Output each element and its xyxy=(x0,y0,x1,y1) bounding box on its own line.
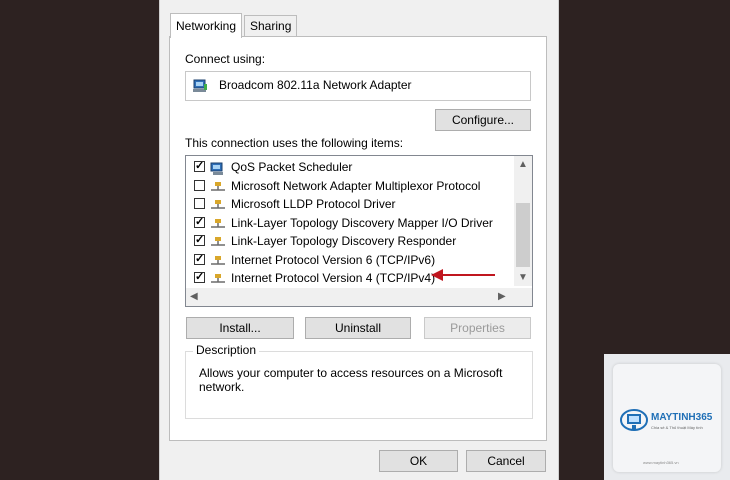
list-item-label: Internet Protocol Version 6 (TCP/IPv6) xyxy=(231,252,436,267)
list-item[interactable]: ✓ Link-Layer Topology Discovery Mapper I/… xyxy=(186,214,512,232)
checkmark-icon: ✓ xyxy=(195,160,205,172)
adapter-field: Broadcom 802.11a Network Adapter xyxy=(185,71,531,101)
scheduler-icon xyxy=(210,162,226,175)
description-group: Description Allows your computer to acce… xyxy=(185,343,533,419)
uninstall-button[interactable]: Uninstall xyxy=(305,317,411,339)
item-checkbox[interactable]: ✓ xyxy=(194,234,205,246)
list-item-label: Link-Layer Topology Discovery Mapper I/O… xyxy=(231,215,493,230)
install-button[interactable]: Install... xyxy=(186,317,294,339)
logo-url: www.maytinh365.vn xyxy=(643,460,679,465)
item-checkbox[interactable] xyxy=(194,179,205,191)
list-item-label: Internet Protocol Version 4 (TCP/IPv4) xyxy=(231,271,436,285)
list-item[interactable]: ✓ QoS Packet Scheduler xyxy=(186,158,512,176)
tab-networking[interactable]: Networking xyxy=(170,13,243,38)
checkmark-icon: ✓ xyxy=(195,215,205,228)
list-item-label: QoS Packet Scheduler xyxy=(231,160,353,174)
item-checkbox[interactable]: ✓ xyxy=(194,271,205,283)
list-item[interactable]: ✓ Link-Layer Topology Discovery Responder xyxy=(186,232,512,250)
logo-brand: MAYTINH365 xyxy=(651,412,713,423)
list-item[interactable]: Microsoft Network Adapter Multiplexor Pr… xyxy=(186,177,512,195)
scroll-left-icon[interactable]: ◀ xyxy=(190,291,198,302)
list-item-label: Link-Layer Topology Discovery Responder xyxy=(231,234,457,248)
watermark-logo: MAYTINH365 Chia sẻ & Thủ thuật Máy tính … xyxy=(604,354,730,480)
tab-sharing-label: Sharing xyxy=(250,19,292,33)
protocol-icon xyxy=(210,273,226,285)
scroll-up-icon[interactable]: ▲ xyxy=(518,159,528,170)
scroll-right-icon[interactable]: ▶ xyxy=(498,291,506,302)
configure-button[interactable]: Configure... xyxy=(435,109,531,131)
cancel-button[interactable]: Cancel xyxy=(466,450,546,472)
checkmark-icon: ✓ xyxy=(195,234,205,246)
items-label: This connection uses the following items… xyxy=(185,136,404,150)
list-item-label: Microsoft Network Adapter Multiplexor Pr… xyxy=(231,178,481,193)
list-item[interactable]: Microsoft LLDP Protocol Driver xyxy=(186,195,512,213)
ok-button[interactable]: OK xyxy=(379,450,458,472)
connect-using-label: Connect using: xyxy=(185,52,266,66)
logo-card: MAYTINH365 Chia sẻ & Thủ thuật Máy tính … xyxy=(613,364,721,472)
vertical-scrollbar[interactable]: ▲ ▼ xyxy=(514,156,532,286)
item-checkbox[interactable]: ✓ xyxy=(194,160,205,172)
annotation-arrow-icon xyxy=(431,269,495,281)
adapter-name: Broadcom 802.11a Network Adapter xyxy=(219,78,412,92)
networking-tab-panel: Connect using: Broadcom 802.11a Network … xyxy=(169,36,547,441)
protocol-icon xyxy=(210,236,226,248)
checkmark-icon: ✓ xyxy=(195,252,205,265)
description-text: Allows your computer to access resources… xyxy=(199,366,503,394)
checkmark-icon: ✓ xyxy=(195,271,205,283)
horizontal-scrollbar[interactable]: ◀ ▶ xyxy=(186,288,532,306)
network-adapter-icon xyxy=(192,78,208,94)
properties-dialog: Networking Sharing Connect using: Broadc… xyxy=(159,0,559,480)
protocol-icon xyxy=(210,199,226,211)
protocol-icon xyxy=(210,255,226,267)
protocol-icon xyxy=(210,181,226,193)
list-item-label: Microsoft LLDP Protocol Driver xyxy=(231,197,396,211)
item-checkbox[interactable] xyxy=(194,198,205,209)
description-title: Description xyxy=(193,343,260,357)
item-checkbox[interactable]: ✓ xyxy=(194,215,205,228)
tab-sharing[interactable]: Sharing xyxy=(244,15,298,37)
item-checkbox[interactable]: ✓ xyxy=(194,252,205,265)
scroll-thumb[interactable] xyxy=(516,203,530,267)
scroll-down-icon[interactable]: ▼ xyxy=(518,272,528,283)
monitor-globe-icon xyxy=(620,409,648,431)
logo-tagline: Chia sẻ & Thủ thuật Máy tính xyxy=(651,425,703,430)
properties-button[interactable]: Properties xyxy=(424,317,531,339)
protocol-icon xyxy=(210,218,226,230)
tab-networking-label: Networking xyxy=(176,19,237,33)
